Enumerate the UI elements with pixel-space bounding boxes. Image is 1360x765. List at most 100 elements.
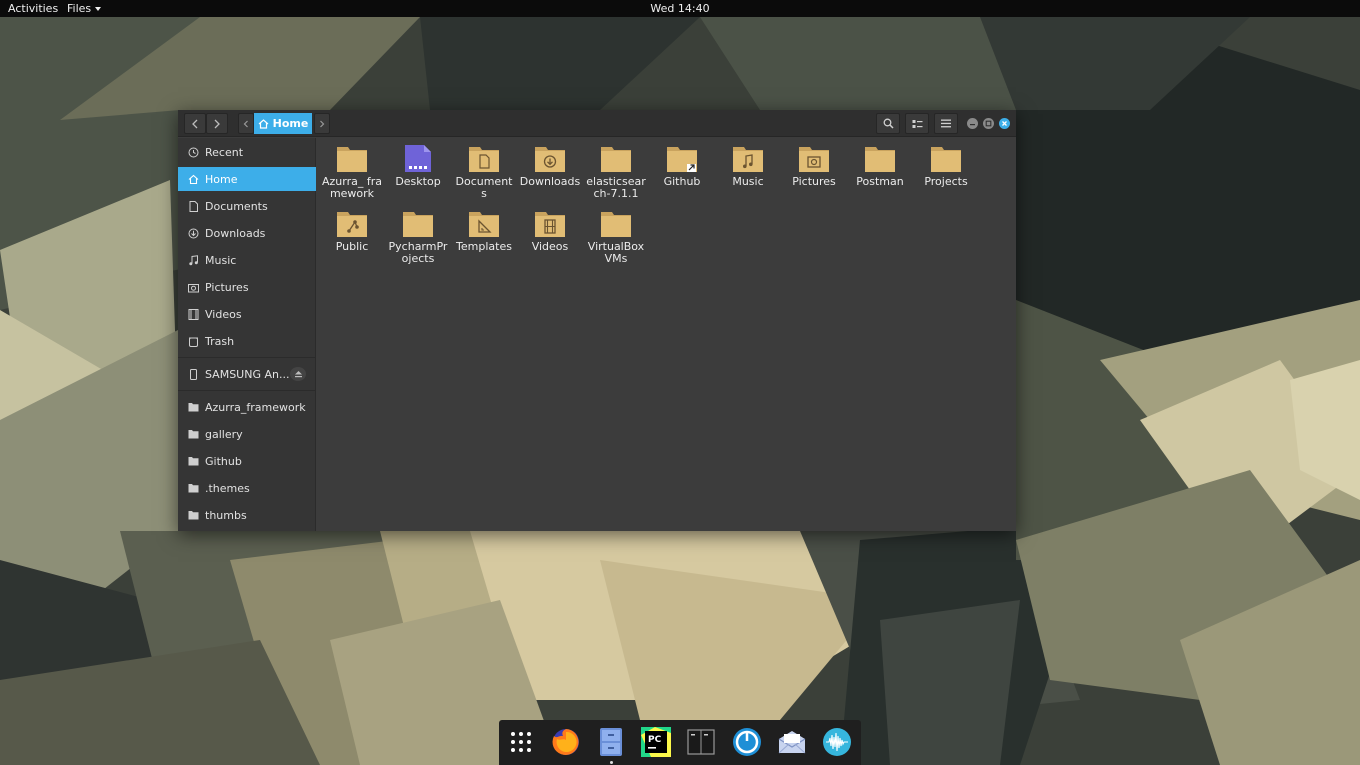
dock-mail[interactable] (776, 726, 808, 758)
mailspring-icon (733, 728, 761, 756)
sidebar-item-music[interactable]: Music (178, 248, 316, 272)
minimize-button[interactable] (967, 118, 978, 129)
file-item-label: Documents (455, 175, 513, 200)
file-item-label: Desktop (395, 175, 441, 188)
eject-button[interactable] (290, 367, 306, 381)
sidebar-item-bookmark-thumbs[interactable]: thumbs (178, 503, 316, 527)
maximize-button[interactable] (983, 118, 994, 129)
dock-terminal[interactable] (685, 726, 717, 758)
view-toggle-button[interactable] (905, 113, 929, 134)
folder-icon (188, 429, 199, 440)
folder-icon (188, 456, 199, 467)
file-item-label: Azurra_ framework (322, 175, 382, 200)
sidebar-item-pictures[interactable]: Pictures (178, 275, 316, 299)
file-view: Azurra_ framework Desktop Documents Down… (317, 138, 1016, 531)
sidebar-separator (178, 357, 316, 358)
sidebar: Recent Home Documents Downloads Music Pi… (178, 138, 316, 531)
file-item-downloads[interactable]: Downloads (519, 144, 581, 188)
sidebar-item-bookmark-gallery[interactable]: gallery (178, 422, 316, 446)
top-bar: Activities Files Wed 14:40 (0, 0, 1360, 17)
search-button[interactable] (876, 113, 900, 134)
trash-icon (188, 336, 199, 347)
dock-mailspring[interactable] (731, 726, 763, 758)
sidebar-item-label: gallery (205, 427, 243, 441)
folder-icon (403, 212, 433, 237)
sidebar-item-label: Videos (205, 307, 242, 321)
public-folder-icon (337, 212, 367, 237)
sidebar-item-downloads[interactable]: Downloads (178, 221, 316, 245)
file-item-label: Templates (456, 240, 512, 253)
file-item-documents[interactable]: Documents (453, 144, 515, 200)
list-view-icon (912, 119, 922, 128)
dock-files[interactable] (595, 726, 627, 758)
file-item-label: Public (335, 240, 369, 253)
file-item-virtualbox-vms[interactable]: VirtualBox VMs (585, 209, 647, 265)
terminal-icon (687, 729, 715, 755)
dock-app-grid[interactable] (505, 726, 537, 758)
close-icon (1002, 121, 1007, 126)
audio-recorder-icon (823, 728, 851, 756)
file-item-github[interactable]: Github (651, 144, 713, 188)
document-icon (188, 200, 199, 212)
forward-button[interactable] (206, 113, 228, 134)
dock-audio-recorder[interactable] (821, 726, 853, 758)
pycharm-icon: PC (641, 727, 671, 757)
sidebar-item-documents[interactable]: Documents (178, 194, 316, 218)
sidebar-item-label: Home (205, 172, 238, 186)
close-button[interactable] (999, 118, 1010, 129)
sidebar-item-trash[interactable]: Trash (178, 329, 316, 353)
pictures-folder-icon (799, 147, 829, 172)
sidebar-item-bookmark-themes[interactable]: .themes (178, 476, 316, 500)
firefox-icon (552, 729, 579, 755)
file-item-label: elasticsear ch-7.1.1 (586, 175, 646, 200)
files-window: Home Recent Home Documents Downloads Mus… (178, 110, 1016, 531)
sidebar-item-label: Trash (205, 334, 235, 348)
svg-text:PC: PC (648, 735, 662, 745)
templates-folder-icon (469, 212, 499, 237)
file-item-postman[interactable]: Postman (849, 144, 911, 188)
file-item-templates[interactable]: Templates (453, 209, 515, 253)
file-item-videos[interactable]: Videos (519, 209, 581, 253)
path-scroll-right-button[interactable] (314, 113, 330, 134)
dock-firefox[interactable] (550, 726, 582, 758)
phone-icon (188, 368, 199, 380)
file-item-elasticsearch[interactable]: elasticsear ch-7.1.1 (585, 144, 647, 200)
hamburger-menu-icon (941, 119, 951, 128)
documents-folder-icon (469, 147, 499, 172)
file-item-music[interactable]: Music (717, 144, 779, 188)
sidebar-item-bookmark-github[interactable]: Github (178, 449, 316, 473)
file-item-label: Projects (924, 175, 968, 188)
back-button[interactable] (184, 113, 206, 134)
folder-icon (865, 147, 895, 172)
sidebar-item-bookmark-azurra[interactable]: Azurra_framework (178, 395, 316, 419)
file-item-desktop[interactable]: Desktop (387, 144, 449, 188)
desktop-folder-icon (405, 145, 431, 172)
file-item-label: Pictures (792, 175, 836, 188)
file-item-pictures[interactable]: Pictures (783, 144, 845, 188)
sidebar-item-label: SAMSUNG An... (205, 367, 290, 381)
chevron-left-icon (192, 119, 198, 128)
video-icon (188, 308, 199, 320)
menu-button[interactable] (934, 113, 958, 134)
folder-icon (188, 510, 199, 521)
sidebar-item-label: Recent (205, 145, 244, 159)
path-bar-home-label: Home (272, 117, 309, 130)
path-bar-home-button[interactable]: Home (254, 113, 312, 134)
file-item-projects[interactable]: Projects (915, 144, 977, 188)
dock-pycharm[interactable]: PC (640, 726, 672, 758)
maximize-icon (985, 120, 992, 127)
folder-link-icon (667, 147, 697, 172)
clock[interactable]: Wed 14:40 (0, 2, 1360, 15)
eject-icon (294, 371, 302, 378)
mail-icon (778, 731, 806, 754)
sidebar-item-label: thumbs (205, 508, 247, 522)
path-scroll-left-button[interactable] (238, 113, 254, 134)
file-item-pycharmprojects[interactable]: PycharmPr ojects (387, 209, 449, 265)
file-item-azurra-framework[interactable]: Azurra_ framework (321, 144, 383, 200)
file-item-label: Postman (856, 175, 904, 188)
sidebar-item-home[interactable]: Home (178, 167, 316, 191)
sidebar-item-recent[interactable]: Recent (178, 140, 316, 164)
file-item-public[interactable]: Public (321, 209, 383, 253)
sidebar-item-videos[interactable]: Videos (178, 302, 316, 326)
sidebar-item-label: Music (205, 253, 237, 267)
